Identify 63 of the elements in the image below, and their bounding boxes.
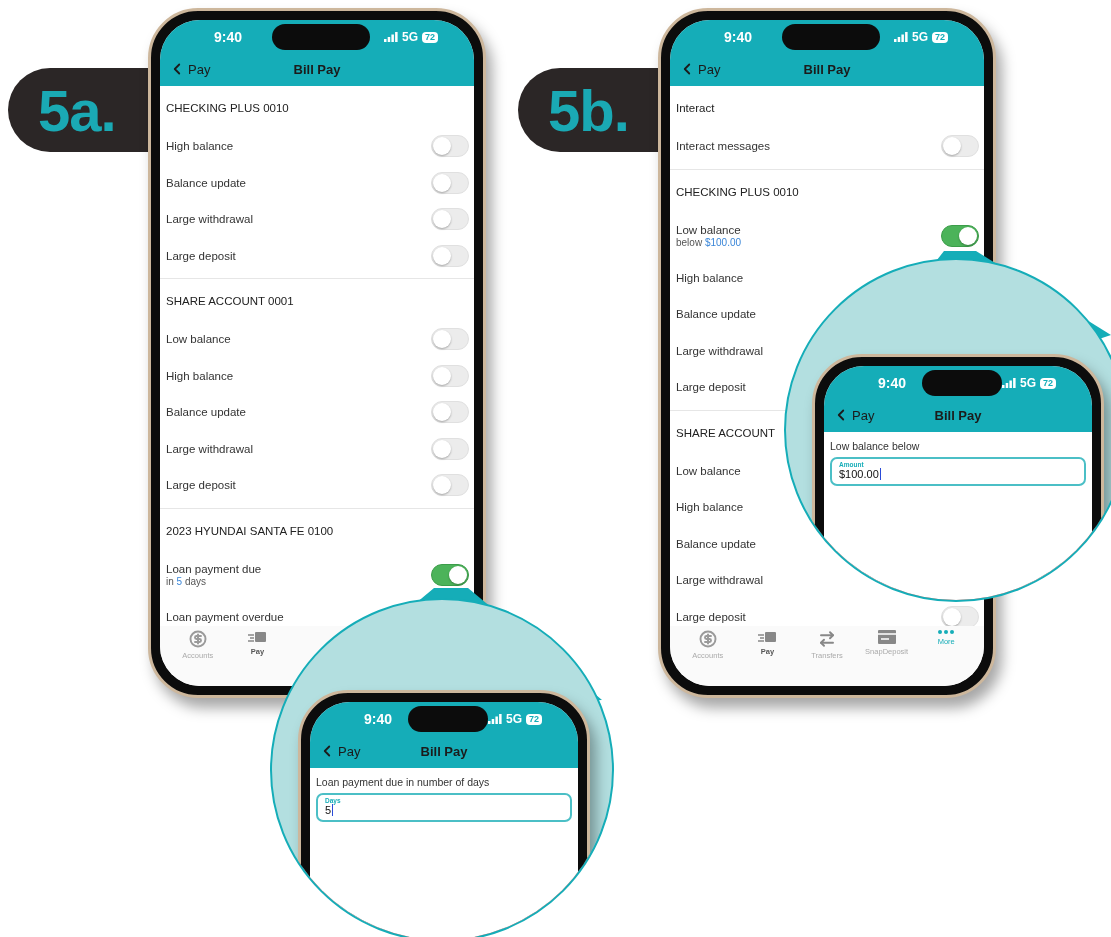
battery-level: 72 (932, 31, 948, 43)
section-title: 2023 HYUNDAI SANTA FE 0100 (166, 524, 334, 537)
screen-title: Bill Pay (293, 61, 341, 77)
text-cursor (879, 468, 881, 480)
alert-label: Large withdrawal (676, 344, 763, 357)
back-link[interactable]: Pay (832, 406, 875, 424)
text-cursor (332, 804, 334, 816)
alert-label: Balance update (676, 308, 756, 321)
signal-icon (1001, 378, 1016, 388)
alert-detail: in 5 days (166, 575, 208, 587)
alert-label: Large withdrawal (166, 213, 253, 226)
battery-level: 72 (526, 713, 542, 725)
dollar-icon (698, 630, 717, 648)
toggle-switch[interactable] (941, 224, 979, 247)
status-time: 9:40 (878, 375, 907, 391)
screen-title: Bill Pay (420, 743, 468, 759)
field-prompt: Loan payment due in number of days (315, 775, 491, 790)
field-value: 5 (325, 804, 332, 816)
alert-label: Large deposit (166, 479, 236, 492)
signal-icon (383, 32, 398, 42)
alert-label: Large deposit (676, 610, 746, 623)
alert-label: Loan payment due (166, 562, 262, 575)
status-time: 9:40 (364, 711, 393, 727)
dollar-icon (188, 630, 207, 648)
field-value: $100.00 (839, 468, 879, 480)
alert-label: Low balance (676, 464, 741, 477)
battery-level: 72 (422, 31, 438, 43)
alert-label: Large deposit (676, 381, 746, 394)
card-icon (757, 630, 778, 644)
section-title: SHARE ACCOUNT (676, 426, 776, 439)
network-label: 5G (401, 30, 418, 44)
network-label: 5G (505, 712, 522, 726)
alert-label: Loan payment overdue (166, 610, 284, 623)
back-link[interactable]: Pay (318, 742, 361, 760)
alert-label: Large withdrawal (676, 574, 763, 587)
status-time: 9:40 (214, 29, 243, 45)
alert-detail: below $100.00 (676, 236, 742, 248)
transfer-arrows-icon (818, 630, 836, 648)
alert-label: Low balance (676, 223, 742, 236)
section-title: SHARE ACCOUNT 0001 (166, 295, 294, 307)
section-title: CHECKING PLUS 0010 (676, 185, 799, 198)
alert-label: Large deposit (166, 249, 236, 262)
alert-label: Low balance (166, 333, 231, 346)
toggle-switch[interactable] (431, 563, 469, 586)
alert-label: High balance (166, 369, 234, 382)
alert-label: Balance update (676, 537, 756, 550)
network-label: 5G (1019, 376, 1036, 390)
alert-label: Large withdrawal (166, 442, 253, 455)
alert-label: High balance (676, 271, 744, 284)
status-time: 9:40 (724, 29, 753, 45)
signal-icon (893, 32, 908, 42)
network-label: 5G (911, 30, 928, 44)
field-prompt: Low balance below (829, 439, 921, 454)
battery-level: 72 (1040, 377, 1056, 389)
card-icon (877, 630, 896, 644)
alert-label: Balance update (166, 406, 246, 419)
more-icon (938, 630, 955, 634)
card-icon (247, 630, 268, 644)
alert-label: High balance (676, 501, 744, 514)
signal-icon (487, 714, 502, 724)
screen-title: Bill Pay (934, 407, 982, 423)
screen-title: Bill Pay (803, 61, 851, 77)
alert-label: Balance update (166, 176, 246, 189)
